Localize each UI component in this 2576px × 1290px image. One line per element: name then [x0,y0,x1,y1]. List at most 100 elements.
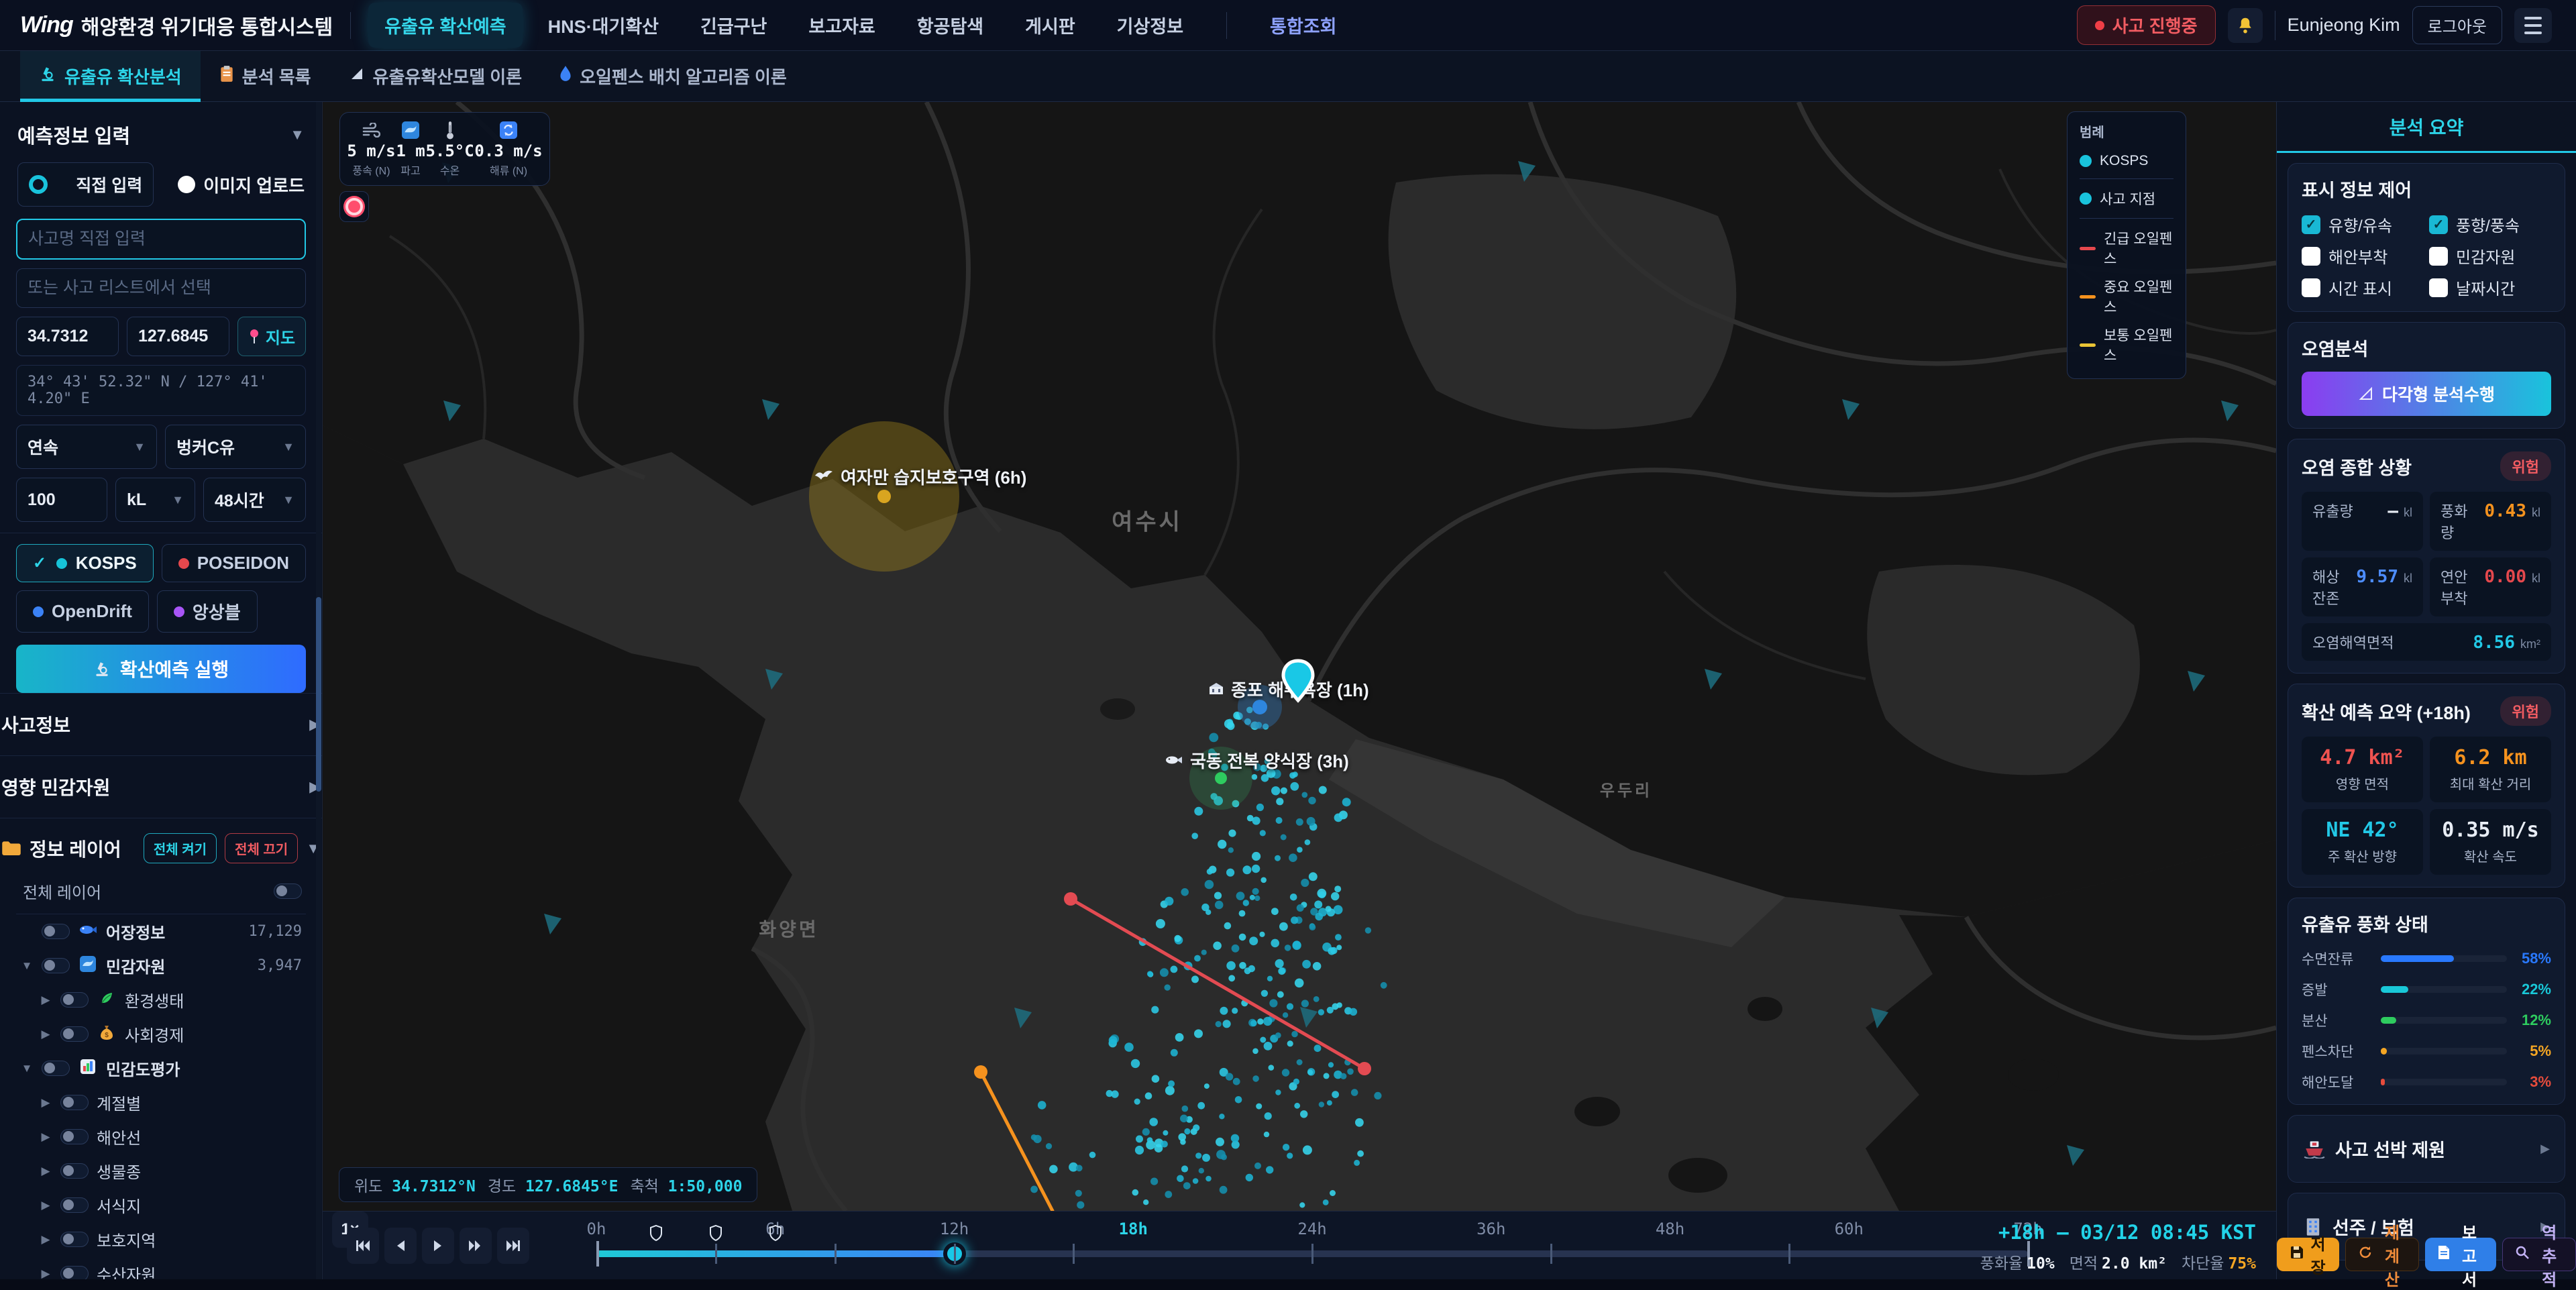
tile-확산 속도: 0.35 m/s확산 속도 [2430,809,2551,875]
overall-stats-grid: 유출량—kl풍화량0.43kl해상잔존9.57kl연안부착0.00kl오염해역면… [2302,492,2551,661]
radio-직접 입력[interactable]: 직접 입력 [17,162,154,207]
incident-list-select[interactable] [16,268,306,308]
timeline-label-60h: 60h [1835,1220,1864,1238]
nav-item-게시판[interactable]: 게시판 [1009,3,1091,48]
caret-closed-icon[interactable]: ▶ [39,1267,52,1280]
notifications-button[interactable] [2228,8,2263,43]
nav-item-유출유 확산예측[interactable]: 유출유 확산예측 [368,3,522,48]
layers-all-off-button[interactable]: 전체 끄기 [225,833,298,863]
tab-유출유 확산분석[interactable]: 유출유 확산분석 [20,51,201,101]
folder-icon [1,840,21,857]
latitude-input[interactable] [16,317,119,356]
unit-select[interactable]: kL▼ [115,478,195,522]
보고서-button[interactable]: 보고서 [2425,1238,2497,1271]
skip-start-button[interactable] [347,1228,379,1264]
model-button-KOSPS[interactable]: ✓KOSPS [16,544,154,582]
checkbox-시간 표시[interactable]: 시간 표시 [2302,276,2424,299]
재계산-button[interactable]: 재계산 [2345,1238,2419,1271]
checkbox-유향/유속[interactable]: ✓유향/유속 [2302,213,2424,236]
layer-toggle[interactable] [42,958,70,973]
vessel-spec-section[interactable]: 사고 선박 제원 ▶ [2288,1115,2565,1183]
caret-closed-icon[interactable]: ▶ [39,1233,52,1246]
model-button-OpenDrift[interactable]: OpenDrift [16,590,149,633]
sidebar-sections: 사고정보▶영향 민감자원▶ [0,693,322,818]
alert-dot-icon [2095,21,2104,30]
tab-오일펜스 배치 알고리즘 이론[interactable]: 오일펜스 배치 알고리즘 이론 [541,51,806,101]
tab-분석 목록[interactable]: 분석 목록 [201,51,330,101]
master-layer-toggle[interactable] [274,883,302,899]
thermometer-icon [445,120,455,140]
layer-toggle[interactable] [60,1232,89,1247]
master-layer-label: 전체 레이어 [23,879,101,903]
checkbox-label: 민감자원 [2456,244,2515,268]
model-dot-icon [33,606,44,617]
nav-item-보고자료[interactable]: 보고자료 [792,3,891,48]
step-back-button[interactable] [384,1228,417,1264]
checkbox-풍향/풍속[interactable]: ✓풍향/풍속 [2429,213,2551,236]
sidebar-scrollbar[interactable] [316,102,321,1279]
layers-all-on-button[interactable]: 전체 켜기 [144,833,217,863]
caret-closed-icon[interactable]: ▶ [39,1096,52,1110]
incident-name-input[interactable] [16,219,306,260]
recenter-target-button[interactable] [339,191,369,222]
layer-toggle[interactable] [60,992,89,1008]
checkbox-label: 해안부착 [2328,244,2387,268]
layer-toggle[interactable] [60,1163,89,1179]
layer-toggle[interactable] [60,1129,89,1144]
logout-button[interactable]: 로그아웃 [2412,6,2502,44]
caret-open-icon[interactable]: ▼ [20,959,34,973]
tab-유출유확산모델 이론[interactable]: 유출유확산모델 이론 [330,51,541,101]
polygon-analysis-button[interactable]: 다각형 분석수행 [2302,372,2551,416]
incident-status-badge[interactable]: 사고 진행중 [2077,5,2216,45]
layer-toggle[interactable] [60,1266,89,1279]
droplet-icon [559,65,572,87]
collapse-caret-icon[interactable]: ▼ [290,126,305,144]
play-button[interactable] [422,1228,454,1264]
longitude-input[interactable] [127,317,229,356]
section-영향 민감자원[interactable]: 영향 민감자원▶ [0,755,323,818]
map-pick-button[interactable]: 지도 [237,317,306,356]
nav-item-기상정보[interactable]: 기상정보 [1101,3,1199,48]
caret-closed-icon[interactable]: ▶ [39,1028,52,1041]
duration-select[interactable]: 48시간▼ [203,478,306,522]
nav-item-긴급구난[interactable]: 긴급구난 [684,3,783,48]
tile-value: 4.7 km² [2320,746,2404,769]
fast-forward-button[interactable] [460,1228,492,1264]
역추적-button[interactable]: 역추적 [2502,1238,2576,1271]
menu-button[interactable] [2514,8,2552,43]
model-button-POSEIDON[interactable]: POSEIDON [162,544,306,582]
model-button-앙상블[interactable]: 앙상블 [157,590,258,633]
checkbox-날짜시간[interactable]: 날짜시간 [2429,276,2551,299]
layer-toggle[interactable] [60,1026,89,1042]
map-canvas[interactable]: 여수시화양면우두리여자만 습지보호구역 (6h)종포 해수욕장 (1h)국동 전… [323,102,2276,1211]
timeline-tick [1788,1244,1790,1264]
caret-closed-icon[interactable]: ▶ [39,1130,52,1144]
amount-input[interactable] [16,478,107,522]
저장-button[interactable]: 저장 [2277,1238,2339,1271]
layer-toggle[interactable] [42,924,70,939]
nav-item-HNS·대기확산[interactable]: HNS·대기확산 [532,3,675,48]
oil-type-select[interactable]: 벙커C유▼ [165,425,306,469]
layer-row-수산자원: ▶수산자원 [16,1256,306,1279]
tile-value: 6.2 km [2454,746,2526,769]
incident-pin[interactable] [1280,659,1316,706]
caret-closed-icon[interactable]: ▶ [39,1199,52,1212]
layer-toggle[interactable] [42,1061,70,1076]
fence-deploy-marker-icon [769,1225,782,1244]
skip-end-button[interactable] [497,1228,529,1264]
caret-closed-icon[interactable]: ▶ [39,993,52,1007]
toggle-knob-icon [63,1268,74,1279]
app-logo: Wing 해양환경 위기대응 통합시스템 [20,11,333,40]
spill-type-select[interactable]: 연속▼ [16,425,157,469]
caret-open-icon[interactable]: ▼ [20,1062,34,1075]
run-prediction-button[interactable]: 확산예측 실행 [16,645,306,693]
nav-item-항공탐색[interactable]: 항공탐색 [901,3,1000,48]
radio-이미지 업로드[interactable]: 이미지 업로드 [178,172,305,197]
checkbox-민감자원[interactable]: 민감자원 [2429,244,2551,268]
checkbox-해안부착[interactable]: 해안부착 [2302,244,2424,268]
nav-item-통합조회[interactable]: 통합조회 [1254,3,1352,48]
caret-closed-icon[interactable]: ▶ [39,1165,52,1178]
layer-toggle[interactable] [60,1095,89,1110]
layer-toggle[interactable] [60,1197,89,1213]
section-사고정보[interactable]: 사고정보▶ [0,693,323,755]
